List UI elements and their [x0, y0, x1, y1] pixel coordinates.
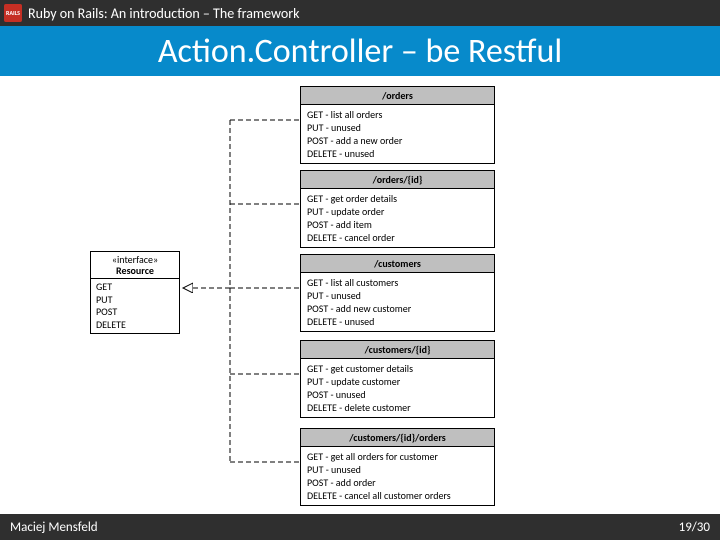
page-number: 19/30	[679, 520, 710, 535]
rails-logo-icon: RAILS	[4, 4, 22, 22]
resource-ops: GET - list all orders PUT - unused POST …	[301, 105, 494, 163]
interface-method: GET	[96, 281, 174, 294]
resource-op: POST - unused	[307, 388, 488, 401]
resource-op: DELETE - delete customer	[307, 401, 488, 414]
interface-box: «interface» Resource GET PUT POST DELETE	[90, 251, 180, 334]
breadcrumb: Ruby on Rails: An introduction – The fra…	[28, 5, 300, 22]
author-label: Maciej Mensfeld	[10, 520, 98, 535]
resource-op: DELETE - cancel all customer orders	[307, 489, 488, 502]
resource-box-orders: /orders GET - list all orders PUT - unus…	[300, 86, 495, 164]
resource-op: POST - add order	[307, 476, 488, 489]
resource-op: GET - list all customers	[307, 276, 488, 289]
resource-path: /orders/{id}	[301, 171, 494, 189]
resource-ops: GET - get all orders for customer PUT - …	[301, 447, 494, 505]
resource-op: POST - add a new order	[307, 134, 488, 147]
resource-op: DELETE - cancel order	[307, 231, 488, 244]
resource-op: PUT - unused	[307, 463, 488, 476]
resource-box-orders-id: /orders/{id} GET - get order details PUT…	[300, 170, 495, 248]
resource-op: DELETE - unused	[307, 315, 488, 328]
resource-op: DELETE - unused	[307, 147, 488, 160]
interface-methods: GET PUT POST DELETE	[91, 279, 179, 333]
resource-op: POST - add new customer	[307, 302, 488, 315]
title-bar: Action.Controller – be Restful	[0, 26, 720, 78]
resource-op: GET - get customer details	[307, 362, 488, 375]
page-title: Action.Controller – be Restful	[158, 31, 562, 72]
interface-method: POST	[96, 306, 174, 319]
resource-op: PUT - unused	[307, 289, 488, 302]
resource-op: POST - add item	[307, 218, 488, 231]
resource-ops: GET - list all customers PUT - unused PO…	[301, 273, 494, 331]
resource-op: GET - list all orders	[307, 108, 488, 121]
resource-op: PUT - update order	[307, 205, 488, 218]
resource-box-customers-id: /customers/{id} GET - get customer detai…	[300, 340, 495, 418]
resource-op: PUT - update customer	[307, 375, 488, 388]
resource-path: /orders	[301, 87, 494, 105]
bottom-bar: Maciej Mensfeld 19/30	[0, 514, 720, 540]
resource-path: /customers	[301, 255, 494, 273]
resource-ops: GET - get customer details PUT - update …	[301, 359, 494, 417]
resource-ops: GET - get order details PUT - update ord…	[301, 189, 494, 247]
interface-name: Resource	[91, 265, 179, 276]
interface-header: «interface» Resource	[91, 252, 179, 279]
resource-box-customers-id-orders: /customers/{id}/orders GET - get all ord…	[300, 428, 495, 506]
diagram-area: «interface» Resource GET PUT POST DELETE…	[0, 78, 720, 514]
resource-op: GET - get all orders for customer	[307, 450, 488, 463]
resource-path: /customers/{id}/orders	[301, 429, 494, 447]
resource-box-customers: /customers GET - list all customers PUT …	[300, 254, 495, 332]
top-bar: RAILS Ruby on Rails: An introduction – T…	[0, 0, 720, 26]
interface-method: DELETE	[96, 319, 174, 332]
resource-op: GET - get order details	[307, 192, 488, 205]
resource-op: PUT - unused	[307, 121, 488, 134]
resource-path: /customers/{id}	[301, 341, 494, 359]
